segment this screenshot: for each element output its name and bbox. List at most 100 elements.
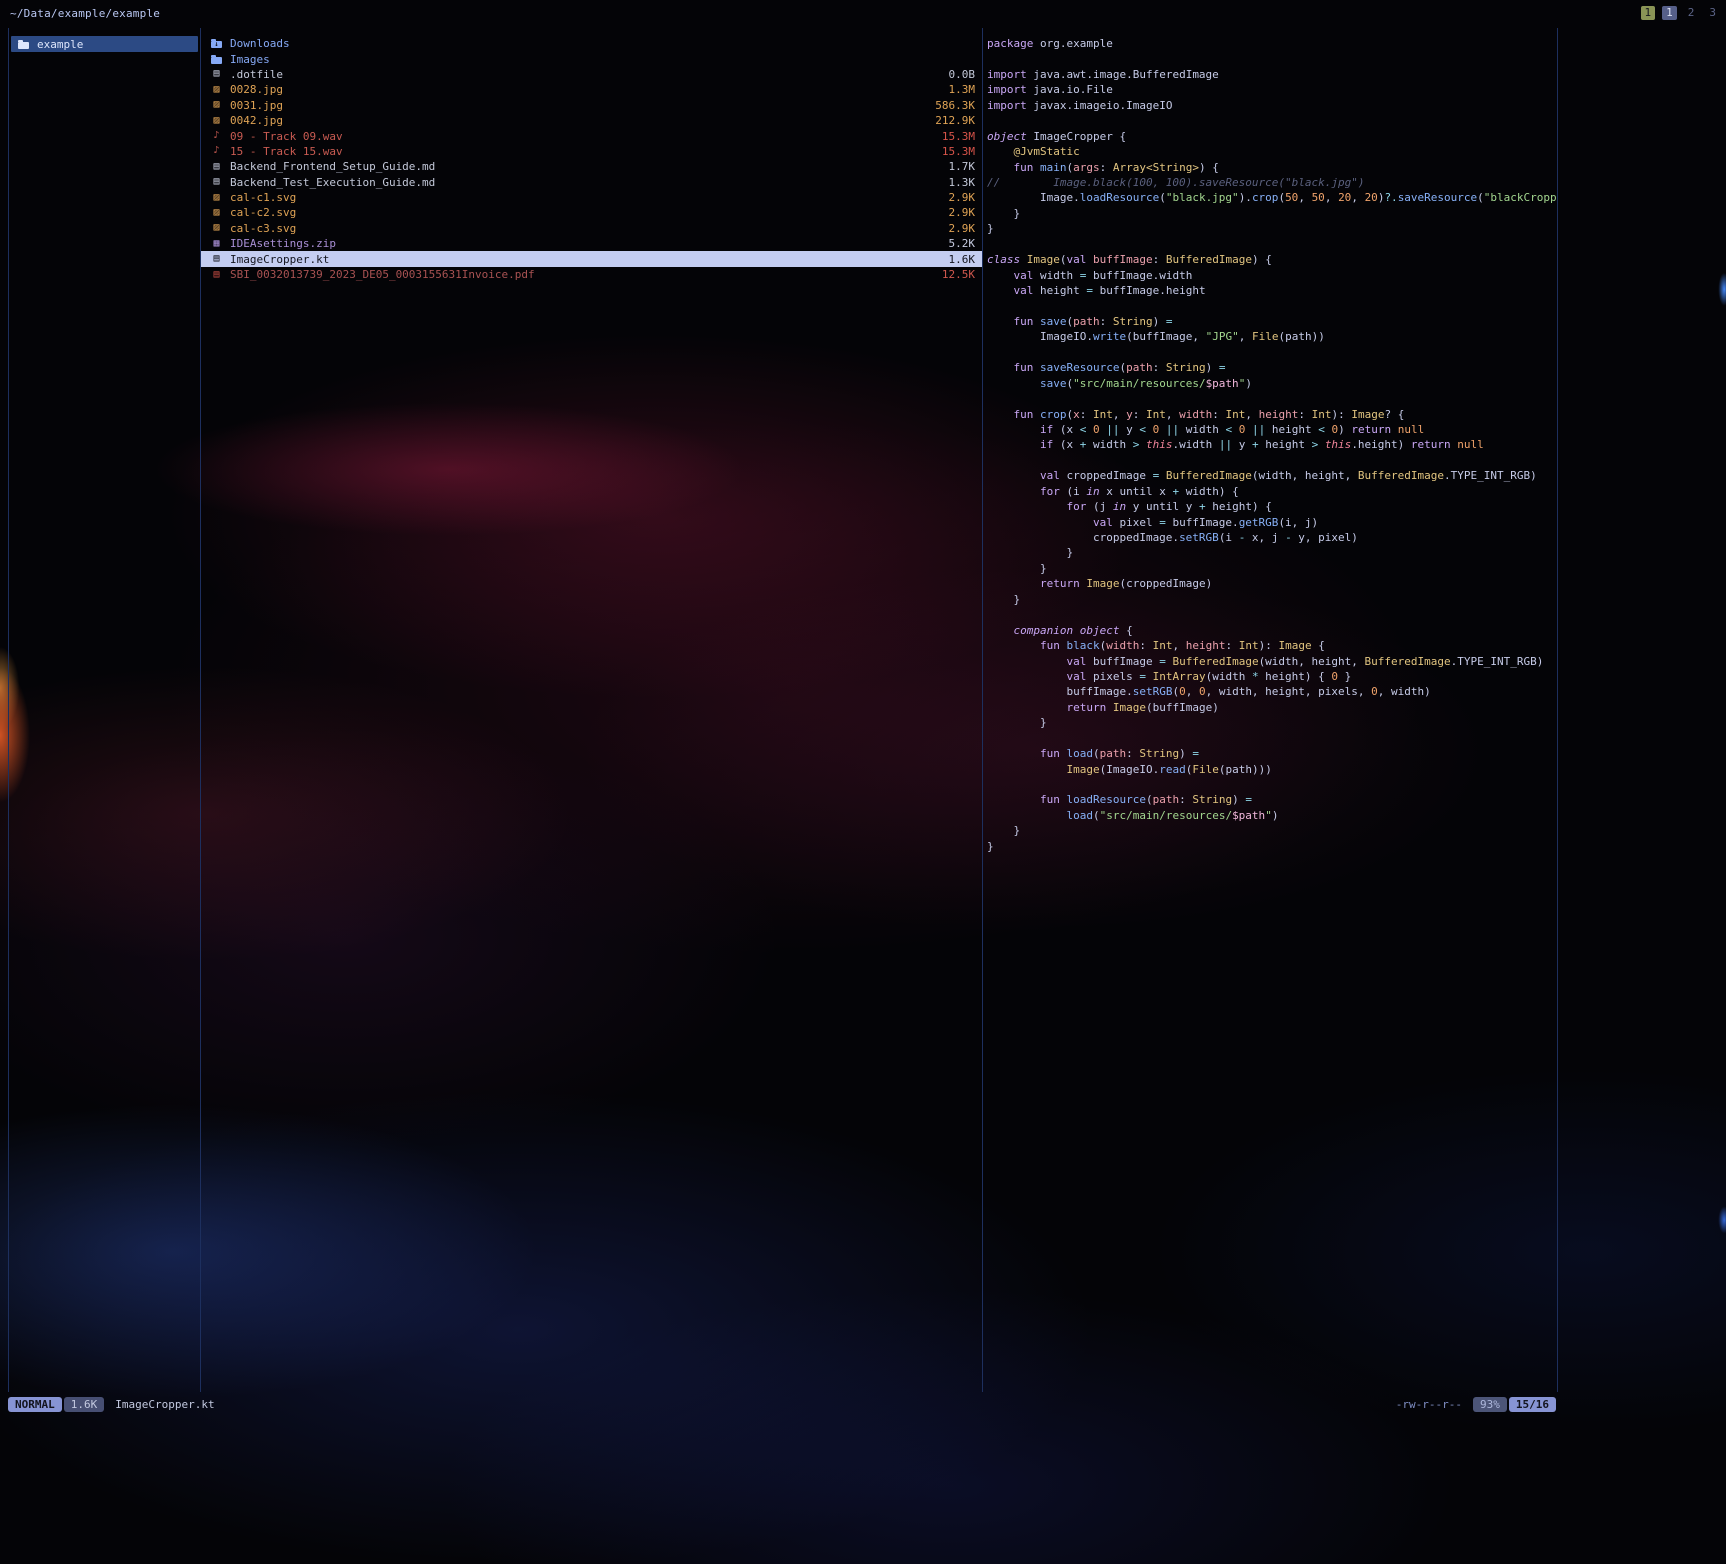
file-name: cal-c1.svg (230, 191, 942, 204)
code-line (987, 298, 1557, 313)
file-size: 15.3M (942, 145, 975, 158)
file-row[interactable]: ▤SBI_0032013739_2023_DE05_0003155631Invo… (201, 267, 982, 282)
code-line (987, 731, 1557, 746)
file-name: IDEAsettings.zip (230, 237, 942, 250)
tab-list: 1123 (1641, 6, 1721, 20)
tree-list: example (9, 36, 200, 52)
code-line: return Image(buffImage) (987, 700, 1557, 715)
tree-item-example[interactable]: example (11, 36, 198, 52)
code-line: val pixels = IntArray(width * height) { … (987, 669, 1557, 684)
code-lines: package org.example import java.awt.imag… (987, 36, 1557, 854)
code-line: } (987, 561, 1557, 576)
file-row[interactable]: ▤ImageCropper.kt1.6K (201, 251, 982, 266)
file-name: Images (230, 53, 968, 66)
file-size: 212.9K (935, 114, 975, 127)
file-row[interactable]: ▦ IDEAsettings.zip 5.2K (201, 236, 982, 251)
code-line (987, 345, 1557, 360)
code-line: fun load(path: String) = (987, 746, 1557, 761)
file-row[interactable]: ▤ Backend_Test_Execution_Guide.md 1.3K (201, 175, 982, 190)
file-name: 09 - Track 09.wav (230, 130, 935, 143)
file-row[interactable]: ▨cal-c3.svg2.9K (201, 221, 982, 236)
file-row[interactable]: ▨cal-c1.svg2.9K (201, 190, 982, 205)
code-line (987, 391, 1557, 406)
file-size: 15.3M (942, 130, 975, 143)
statusbar-filename: ImageCropper.kt (115, 1398, 214, 1411)
image-icon: ▨ (210, 99, 223, 111)
folder-icon (18, 42, 29, 49)
file-manager: example DownloadsImages▤.dotfile0.0B▨002… (8, 28, 1558, 1392)
image-icon: ▨ (210, 115, 223, 127)
code-line: import javax.imageio.ImageIO (987, 98, 1557, 113)
code-line: import java.awt.image.BufferedImage (987, 67, 1557, 82)
code-line: } (987, 715, 1557, 730)
preview-pane: package org.example import java.awt.imag… (983, 28, 1557, 1392)
file-row[interactable]: ▨0028.jpg1.3M (201, 82, 982, 97)
image-icon: ▨ (210, 192, 223, 204)
file-size: 1.7K (949, 160, 976, 173)
audio-icon: ♪ (210, 145, 223, 157)
tab-2[interactable]: 1 (1662, 6, 1677, 20)
image-icon: ▨ (210, 207, 223, 219)
code-line (987, 453, 1557, 468)
file-name: Downloads (230, 37, 968, 50)
markdown-icon: ▤ (210, 176, 223, 188)
code-line: val pixel = buffImage.getRGB(i, j) (987, 515, 1557, 530)
code-line: return Image(croppedImage) (987, 576, 1557, 591)
tab-4[interactable]: 3 (1705, 6, 1720, 20)
code-line: fun crop(x: Int, y: Int, width: Int, hei… (987, 407, 1557, 422)
code-line: save("src/main/resources/$path") (987, 376, 1557, 391)
file-row[interactable]: ▤Backend_Frontend_Setup_Guide.md1.7K (201, 159, 982, 174)
scroll-percent-badge: 93% (1473, 1397, 1507, 1412)
file-name: 0028.jpg (230, 83, 942, 96)
file-name: 15 - Track 15.wav (230, 145, 935, 158)
code-line: ImageIO.write(buffImage, "JPG", File(pat… (987, 329, 1557, 344)
file-row[interactable]: Images (201, 51, 982, 66)
code-line (987, 777, 1557, 792)
code-line: } (987, 545, 1557, 560)
file-size: 1.3K (949, 176, 976, 189)
tab-1[interactable]: 1 (1641, 6, 1656, 20)
code-line: fun main(args: Array<String>) { (987, 160, 1557, 175)
file-name: cal-c2.svg (230, 206, 942, 219)
desktop: ~/Data/example/example 1123 example Down… (0, 0, 1726, 1564)
code-line: Image.loadResource("black.jpg").crop(50,… (987, 190, 1557, 205)
file-size: 2.9K (949, 206, 976, 219)
code-line: buffImage.setRGB(0, 0, width, height, pi… (987, 684, 1557, 699)
file-size: 0.0B (949, 68, 976, 81)
code-line: object ImageCropper { (987, 129, 1557, 144)
code-line: val height = buffImage.height (987, 283, 1557, 298)
file-name: Backend_Test_Execution_Guide.md (230, 176, 942, 189)
file-row[interactable]: ▨ 0031.jpg 586.3K (201, 98, 982, 113)
tree-item-label: example (37, 38, 83, 51)
file-icon: ▤ (210, 68, 223, 80)
file-row[interactable]: ▨0042.jpg212.9K (201, 113, 982, 128)
file-row[interactable]: ♪09 - Track 09.wav15.3M (201, 128, 982, 143)
code-line: } (987, 823, 1557, 838)
code-line (987, 607, 1557, 622)
file-name: 0031.jpg (230, 99, 928, 112)
code-line: for (i in x until x + width) { (987, 484, 1557, 499)
code-line: } (987, 839, 1557, 854)
code-line: if (x + width > this.width || y + height… (987, 437, 1557, 452)
file-name: ImageCropper.kt (230, 253, 942, 266)
code-line: class Image(val buffImage: BufferedImage… (987, 252, 1557, 267)
file-row[interactable]: ▨ cal-c2.svg 2.9K (201, 205, 982, 220)
tab-3[interactable]: 2 (1684, 6, 1699, 20)
code-line: if (x < 0 || y < 0 || width < 0 || heigh… (987, 422, 1557, 437)
file-name: SBI_0032013739_2023_DE05_0003155631Invoi… (230, 268, 935, 281)
permissions-text: -rw-r--r-- (1396, 1398, 1462, 1411)
code-line: } (987, 592, 1557, 607)
breadcrumb-path: ~/Data/example/example (10, 7, 160, 20)
code-line: // Image.black(100, 100).saveResource("b… (987, 175, 1557, 190)
current-pane: DownloadsImages▤.dotfile0.0B▨0028.jpg1.3… (201, 28, 983, 1392)
code-line: package org.example (987, 36, 1557, 51)
file-size: 5.2K (949, 237, 976, 250)
file-size: 586.3K (935, 99, 975, 112)
archive-icon: ▦ (210, 238, 223, 250)
file-row[interactable]: ♪ 15 - Track 15.wav 15.3M (201, 144, 982, 159)
cursor-position-badge: 15/16 (1509, 1397, 1556, 1412)
topbar: ~/Data/example/example 1123 (10, 4, 1720, 22)
code-line (987, 113, 1557, 128)
file-row[interactable]: ▤.dotfile0.0B (201, 67, 982, 82)
file-row[interactable]: Downloads (201, 36, 982, 51)
